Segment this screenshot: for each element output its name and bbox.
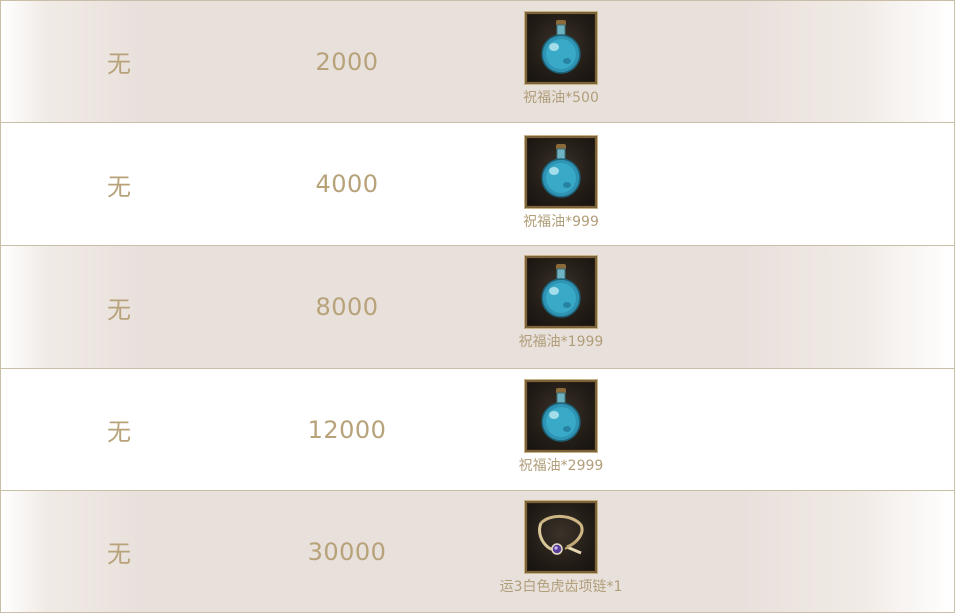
blessing-oil-icon	[541, 20, 581, 74]
reward-item[interactable]: 祝福油*2999	[471, 380, 651, 475]
blessing-oil-icon	[541, 144, 581, 198]
requirement-cell: 无	[107, 172, 131, 201]
item-slot[interactable]	[525, 380, 597, 452]
table-row: 无 2000 祝福油*500	[1, 1, 954, 123]
requirement-cell: 无	[107, 295, 131, 324]
points-cell: 4000	[315, 170, 379, 198]
table-row: 无 12000 祝福油*2999	[1, 369, 954, 491]
reward-item[interactable]: 祝福油*999	[471, 136, 651, 231]
requirement-cell: 无	[107, 50, 131, 78]
reward-label: 祝福油*1999	[518, 334, 604, 350]
table-row: 无 8000 祝福油*1999	[1, 246, 954, 369]
item-slot[interactable]	[525, 256, 597, 328]
points-cell: 2000	[315, 47, 379, 76]
necklace-icon	[538, 515, 584, 555]
points-cell: 8000	[315, 293, 379, 321]
item-slot[interactable]	[525, 501, 597, 573]
points-cell: 30000	[307, 537, 387, 566]
reward-label: 运3白色虎齿项链*1	[499, 579, 623, 595]
requirement-cell: 无	[107, 418, 131, 446]
item-slot[interactable]	[525, 136, 597, 208]
item-slot[interactable]	[525, 12, 597, 84]
blessing-oil-icon	[541, 264, 581, 318]
table-row: 无 4000 祝福油*999	[1, 123, 954, 246]
reward-label: 祝福油*2999	[518, 458, 604, 474]
table-row: 无 30000 运3白色虎齿项链*1	[1, 491, 954, 612]
reward-item[interactable]: 祝福油*1999	[471, 256, 651, 351]
blessing-oil-icon	[541, 388, 581, 442]
reward-label: 祝福油*999	[523, 214, 599, 230]
points-cell: 12000	[307, 415, 387, 444]
reward-item[interactable]: 运3白色虎齿项链*1	[471, 501, 651, 596]
requirement-cell: 无	[107, 540, 131, 568]
reward-label: 祝福油*500	[523, 90, 599, 106]
reward-table: 无 2000 祝福油*500 无 4000 祝福油*999 无 8000 祝福油…	[0, 0, 955, 613]
reward-item[interactable]: 祝福油*500	[471, 12, 651, 107]
